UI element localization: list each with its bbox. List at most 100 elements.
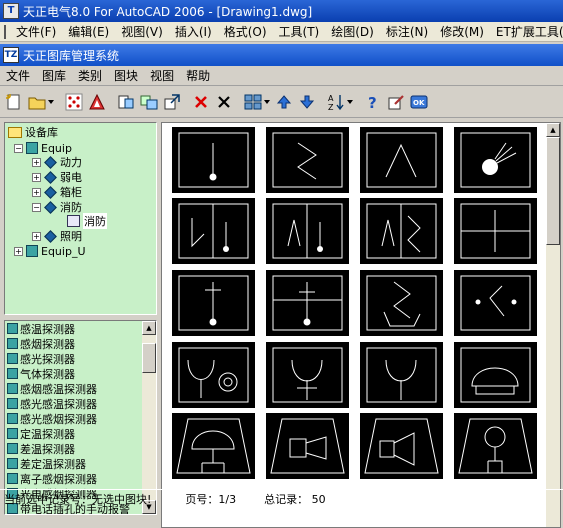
menu-file[interactable]: 文件(F)	[10, 23, 62, 40]
app-icon[interactable]: T	[3, 3, 19, 19]
tree-node-equip[interactable]: − Equip	[14, 141, 72, 155]
list-scroll-thumb[interactable]	[142, 343, 156, 373]
symbol-cell[interactable]	[360, 127, 443, 193]
menu-modify[interactable]: 修改(M)	[434, 23, 490, 40]
symbol-cell[interactable]	[360, 342, 443, 408]
symbol-cell[interactable]	[266, 127, 349, 193]
expand-icon[interactable]: +	[32, 157, 41, 167]
equip-node-icon	[26, 245, 38, 257]
menu-edit[interactable]: 编辑(E)	[62, 23, 115, 40]
block-node-icon	[7, 413, 18, 424]
tree-item-weak-current[interactable]: + 弱电	[32, 170, 82, 184]
block-export-icon[interactable]	[161, 91, 183, 113]
symbol-cell[interactable]	[360, 270, 443, 336]
symbol-cell[interactable]	[454, 198, 537, 264]
tree-node-equip-u[interactable]: + Equip_U	[14, 244, 86, 258]
symbol-cell[interactable]	[454, 342, 537, 408]
triangle-symbol-icon[interactable]	[86, 91, 108, 113]
menu-express-tools[interactable]: ET扩展工具(X)	[490, 23, 563, 40]
expand-icon[interactable]: +	[32, 187, 41, 197]
block-replace-icon[interactable]	[138, 91, 160, 113]
symbol-cell[interactable]	[454, 127, 537, 193]
document-icon[interactable]	[4, 24, 6, 39]
symbol-cell[interactable]	[266, 413, 349, 479]
list-item[interactable]: 差定温探测器	[5, 456, 156, 471]
symbol-cell[interactable]	[266, 342, 349, 408]
collapse-icon[interactable]: −	[32, 202, 41, 212]
dialog-menu-library[interactable]: 图库	[36, 67, 72, 84]
expand-icon[interactable]: +	[32, 231, 41, 241]
symbol-cell[interactable]	[360, 198, 443, 264]
dialog-menu-help[interactable]: 帮助	[180, 67, 216, 84]
list-item[interactable]: 离子感烟探测器	[5, 471, 156, 486]
symbol-cell[interactable]	[360, 413, 443, 479]
help-question-icon[interactable]: ?	[362, 91, 384, 113]
expand-icon[interactable]: +	[14, 246, 23, 256]
list-item[interactable]: 感光探测器	[5, 351, 156, 366]
expand-icon[interactable]: +	[32, 172, 41, 182]
menu-dimension[interactable]: 标注(N)	[380, 23, 434, 40]
scatter-grid-icon[interactable]	[63, 91, 85, 113]
list-item[interactable]: 感温探测器	[5, 321, 156, 336]
block-insert-icon[interactable]	[115, 91, 137, 113]
ok-button-icon[interactable]: OK	[408, 91, 430, 113]
block-name-list[interactable]: 感温探测器 感烟探测器 感光探测器 气体探测器 感烟感温探测器 感光感温探测器 感光感烟探测…	[4, 320, 157, 515]
move-up-icon[interactable]	[273, 91, 295, 113]
new-icon[interactable]	[3, 91, 25, 113]
edit-properties-icon[interactable]	[385, 91, 407, 113]
list-item[interactable]: 感光感烟探测器	[5, 411, 156, 426]
dialog-menu-view[interactable]: 视图	[144, 67, 180, 84]
symbol-cell[interactable]	[266, 270, 349, 336]
menu-draw[interactable]: 绘图(D)	[325, 23, 380, 40]
list-item[interactable]: 感烟感温探测器	[5, 381, 156, 396]
menu-format[interactable]: 格式(O)	[218, 23, 273, 40]
tree-item-power[interactable]: + 动力	[32, 155, 82, 169]
symbol-cell[interactable]	[172, 342, 255, 408]
fire-symbol-glyph	[270, 418, 345, 474]
view-layout-icon[interactable]	[242, 91, 272, 113]
grid-scrollbar[interactable]: ▲	[546, 123, 560, 527]
dialog-menu-category[interactable]: 类别	[72, 67, 108, 84]
move-down-icon[interactable]	[296, 91, 318, 113]
status-total: 总记录： 50	[264, 493, 326, 506]
dialog-menu-block[interactable]: 图块	[108, 67, 144, 84]
block-node-icon	[7, 338, 18, 349]
menu-insert[interactable]: 插入(I)	[169, 23, 218, 40]
tree-item-cabinet[interactable]: + 箱柜	[32, 185, 82, 199]
svg-text:?: ?	[368, 94, 377, 111]
menu-view[interactable]: 视图(V)	[115, 23, 169, 40]
list-item[interactable]: 差温探测器	[5, 441, 156, 456]
fire-symbol-glyph	[460, 132, 531, 188]
symbol-cell[interactable]	[454, 270, 537, 336]
symbol-cell[interactable]	[172, 413, 255, 479]
list-item[interactable]: 气体探测器	[5, 366, 156, 381]
tree-item-fire[interactable]: − 消防	[32, 200, 82, 214]
dialog-menu-file[interactable]: 文件	[0, 67, 36, 84]
menu-tools[interactable]: 工具(T)	[273, 23, 326, 40]
symbol-cell[interactable]	[172, 270, 255, 336]
symbol-cell[interactable]	[266, 198, 349, 264]
list-item[interactable]: 感光感温探测器	[5, 396, 156, 411]
collapse-icon[interactable]: −	[14, 143, 23, 153]
scroll-up-arrow-icon[interactable]: ▲	[142, 321, 156, 335]
tree-root[interactable]: 设备库	[8, 125, 58, 139]
list-scrollbar[interactable]: ▲ ▼	[142, 321, 156, 514]
category-tree[interactable]: 设备库 − Equip + 动力 + 弱电 + 箱柜 − 消防 消防 + 照明 …	[4, 122, 157, 315]
close-black-x-icon[interactable]	[213, 91, 235, 113]
tree-item-lighting[interactable]: + 照明	[32, 229, 82, 243]
tree-leaf-fire[interactable]: 消防	[67, 213, 107, 229]
scroll-up-arrow-icon[interactable]: ▲	[546, 123, 560, 137]
list-item-label: 感烟探测器	[20, 337, 75, 351]
grid-scroll-thumb[interactable]	[546, 137, 560, 245]
open-folder-icon[interactable]	[26, 91, 56, 113]
symbol-cell[interactable]	[454, 413, 537, 479]
block-node-icon	[7, 368, 18, 379]
list-item[interactable]: 定温探测器	[5, 426, 156, 441]
fire-symbol-glyph	[366, 347, 437, 403]
symbol-cell[interactable]	[172, 127, 255, 193]
symbol-cell[interactable]	[172, 198, 255, 264]
tree-node-equip-u-label: Equip_U	[41, 244, 86, 258]
sort-az-icon[interactable]: AZ	[325, 91, 355, 113]
delete-red-x-icon[interactable]	[190, 91, 212, 113]
list-item[interactable]: 感烟探测器	[5, 336, 156, 351]
